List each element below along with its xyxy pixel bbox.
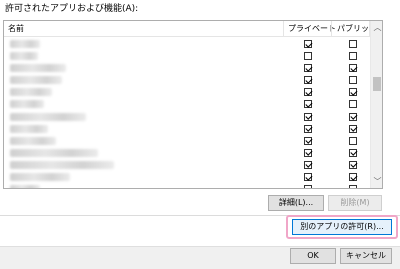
private-checkbox[interactable] — [304, 100, 312, 109]
app-row[interactable] — [4, 147, 370, 159]
ok-button[interactable]: OK — [290, 248, 336, 264]
scroll-up-icon[interactable]: ︿ — [371, 21, 382, 34]
app-row[interactable] — [4, 38, 370, 50]
column-header-private[interactable]: プライベート — [288, 23, 336, 35]
public-checkbox[interactable] — [349, 148, 357, 157]
allowed-apps-label: 許可されたアプリおよび機能(A): — [5, 4, 139, 14]
public-checkbox[interactable] — [349, 40, 357, 48]
list-header: 名前 プライベート パブリック — [4, 21, 377, 37]
details-button[interactable]: 詳細(L)... — [268, 195, 324, 211]
private-checkbox[interactable] — [304, 136, 312, 145]
public-checkbox[interactable] — [349, 64, 357, 73]
app-name — [10, 185, 40, 188]
app-row[interactable] — [4, 123, 370, 135]
app-name — [10, 40, 40, 48]
remove-button[interactable]: 削除(M) — [328, 195, 382, 211]
scroll-down-icon[interactable]: ﹀ — [371, 175, 382, 188]
private-checkbox[interactable] — [304, 185, 312, 188]
allowed-apps-list[interactable]: 名前 プライベート パブリック ︿ ﹀ — [3, 20, 383, 189]
private-checkbox[interactable] — [304, 160, 312, 169]
private-checkbox[interactable] — [304, 88, 312, 97]
app-name — [10, 52, 38, 61]
public-checkbox[interactable] — [349, 88, 357, 97]
app-row[interactable] — [4, 98, 370, 110]
app-row[interactable] — [4, 159, 370, 171]
public-checkbox[interactable] — [349, 112, 357, 121]
app-row[interactable] — [4, 50, 370, 62]
app-row[interactable] — [4, 74, 370, 86]
app-name — [10, 64, 66, 73]
app-row[interactable] — [4, 86, 370, 98]
column-separator[interactable] — [283, 21, 284, 37]
app-name — [10, 148, 98, 157]
allowed-apps-dialog: 許可されたアプリおよび機能(A): 名前 プライベート パブリック ︿ ﹀ 詳細… — [0, 0, 400, 269]
allow-another-app-button[interactable]: 別のアプリの許可(R)... — [292, 219, 392, 235]
public-checkbox[interactable] — [349, 136, 357, 145]
public-checkbox[interactable] — [349, 173, 357, 182]
private-checkbox[interactable] — [304, 52, 312, 61]
public-checkbox[interactable] — [349, 52, 357, 61]
public-checkbox[interactable] — [349, 76, 357, 85]
app-row[interactable] — [4, 135, 370, 147]
app-name — [10, 100, 44, 109]
column-header-name[interactable]: 名前 — [8, 23, 24, 35]
app-name — [10, 173, 70, 182]
scroll-thumb[interactable] — [373, 77, 381, 91]
app-name — [10, 112, 86, 121]
public-checkbox[interactable] — [349, 100, 357, 109]
private-checkbox[interactable] — [304, 173, 312, 182]
app-row[interactable] — [4, 62, 370, 74]
public-checkbox[interactable] — [349, 124, 357, 133]
app-row[interactable] — [4, 183, 370, 188]
app-name — [10, 76, 62, 85]
app-row[interactable] — [4, 111, 370, 123]
private-checkbox[interactable] — [304, 112, 312, 121]
app-name — [10, 124, 48, 133]
public-checkbox[interactable] — [349, 160, 357, 169]
private-checkbox[interactable] — [304, 124, 312, 133]
app-name — [10, 160, 114, 169]
cancel-button[interactable]: キャンセル — [340, 248, 392, 264]
column-separator[interactable] — [331, 21, 332, 37]
private-checkbox[interactable] — [304, 76, 312, 85]
app-row[interactable] — [4, 171, 370, 183]
vertical-scrollbar[interactable]: ︿ ﹀ — [370, 21, 382, 188]
app-name — [10, 136, 56, 145]
app-rows — [4, 38, 370, 188]
app-name — [10, 88, 52, 97]
private-checkbox[interactable] — [304, 148, 312, 157]
private-checkbox[interactable] — [304, 64, 312, 73]
public-checkbox[interactable] — [349, 185, 357, 188]
private-checkbox[interactable] — [304, 40, 312, 48]
